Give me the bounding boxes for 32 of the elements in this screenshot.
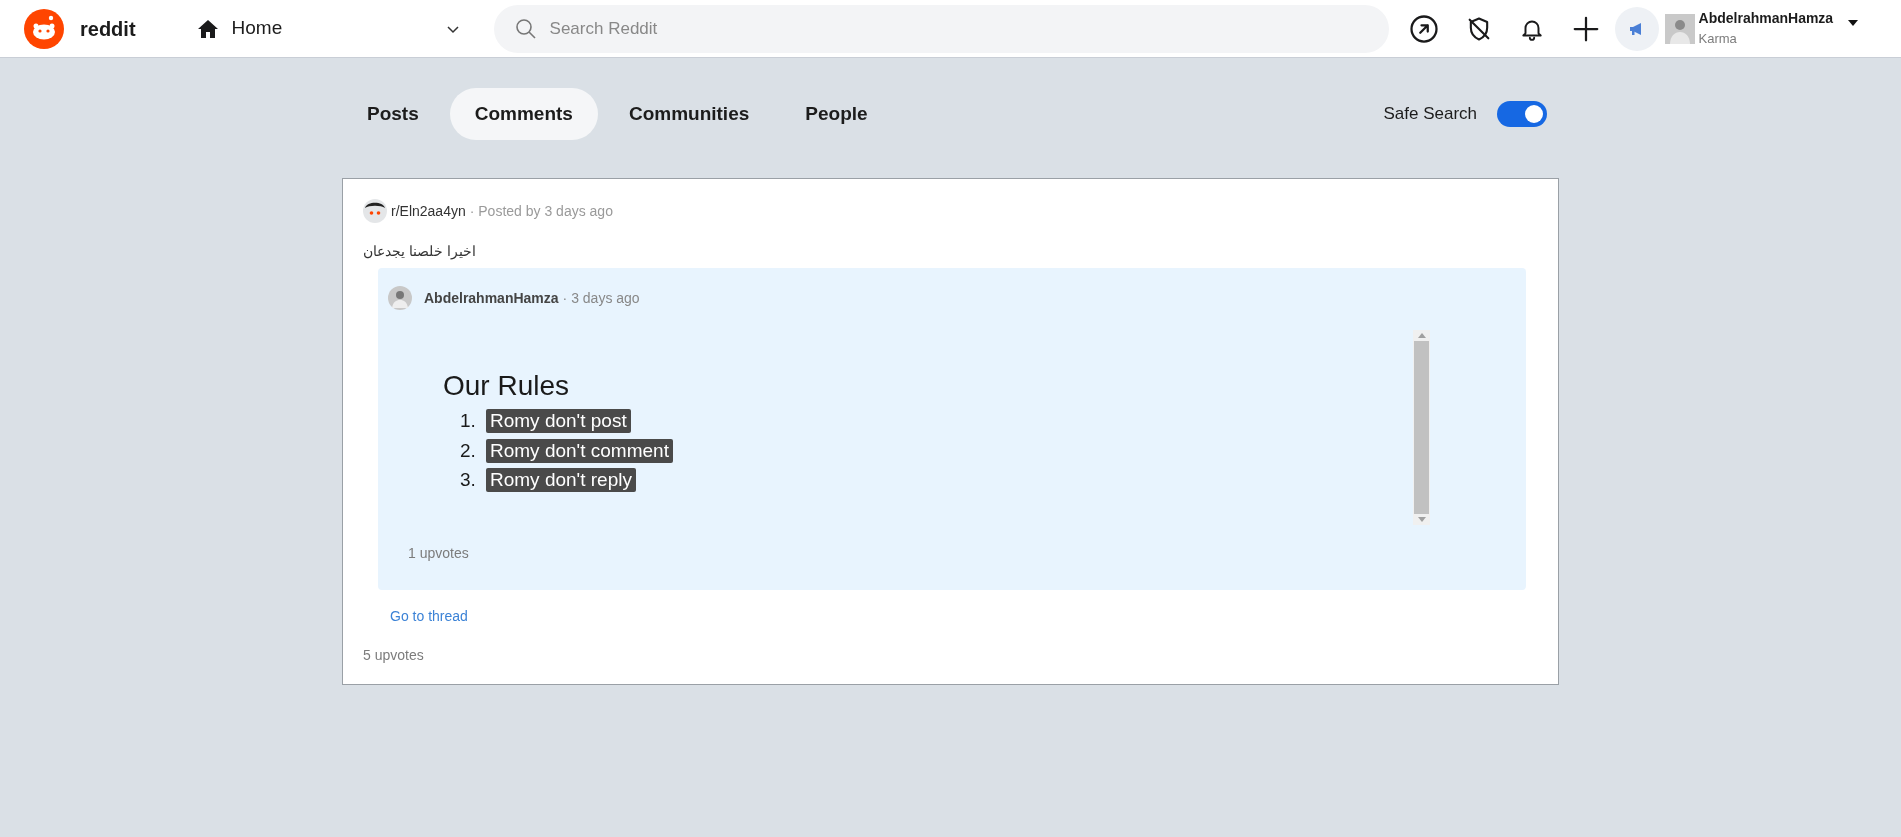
tab[interactable]: Posts — [342, 88, 444, 140]
comment-upvotes: 1 upvotes — [408, 544, 470, 563]
tab[interactable]: Comments — [449, 88, 598, 140]
community-avatar — [363, 199, 387, 223]
user-avatar — [388, 286, 412, 310]
post-meta: · Posted by 3 days ago — [469, 201, 613, 221]
post-upvotes: 5 upvotes — [363, 646, 425, 665]
rule-text: Romy don't comment — [486, 438, 673, 463]
comment-author[interactable]: AbdelrahmanHamza — [424, 287, 559, 309]
list-number: 1. — [460, 409, 477, 433]
list-number: 3. — [460, 468, 477, 492]
logo-wordmark[interactable]: reddit — [80, 13, 136, 44]
arrow-circle-icon[interactable] — [1408, 13, 1439, 44]
username[interactable]: AbdelrahmanHamza — [1698, 9, 1834, 28]
search-field[interactable]: Search Reddit — [493, 4, 1389, 53]
comment-heading: Our Rules — [443, 369, 571, 403]
tab[interactable]: People — [780, 88, 893, 140]
avatar[interactable] — [1664, 13, 1695, 44]
tab[interactable]: Communities — [603, 88, 775, 140]
comment-time: · 3 days ago — [562, 288, 640, 308]
logo-icon[interactable] — [24, 8, 64, 49]
post-title: اخيرا خلصنا يجدعان — [363, 242, 477, 262]
rule-text: Romy don't post — [486, 409, 631, 434]
community-link[interactable]: r/Eln2aa4yn — [391, 200, 466, 222]
list-number: 2. — [460, 438, 477, 463]
rule-text: Romy don't reply — [486, 468, 636, 493]
safe-search-toggle[interactable] — [1497, 101, 1547, 127]
safe-search-label: Safe Search — [1383, 103, 1477, 126]
karma-label: Karma — [1698, 31, 1738, 48]
home-dropdown[interactable]: Home — [195, 14, 461, 43]
search-icon — [513, 16, 538, 41]
go-to-thread-link[interactable]: Go to thread — [390, 606, 468, 627]
